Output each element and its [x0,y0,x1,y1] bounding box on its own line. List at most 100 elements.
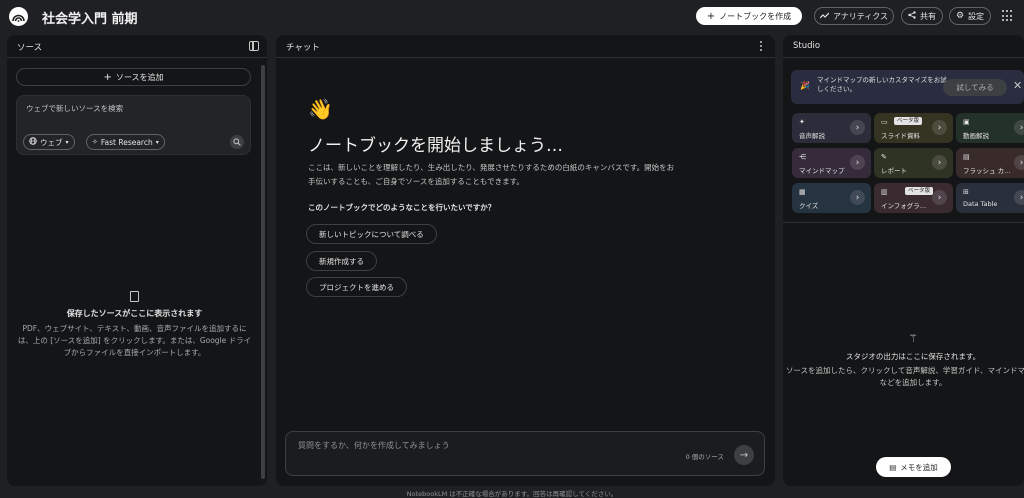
beta-badge: ベータ版 [894,117,923,125]
mindmap-promo-banner: 🎉 マインドマップの新しいカスタマイズをお試しください。 試してみる ✕ [791,70,1024,104]
report-icon: ✎ [881,153,887,161]
sources-panel: ソース + ソースを追加 ウェブで新しいソースを検索 ウェブ ▾ ✧ Fast … [7,35,267,486]
chevron-right-icon[interactable]: › [932,155,947,170]
chevron-down-icon: ▾ [155,138,159,146]
settings-button[interactable]: ⚙ 設定 [949,7,991,25]
share-label: 共有 [920,11,936,21]
infographic-icon: ▥ [881,188,888,196]
studio-empty-state: ⚚ スタジオの出力はここに保存されます。 ソースを追加したら、クリックして音声解… [783,332,1024,389]
studio-empty-title: スタジオの出力はここに保存されます。 [845,352,981,361]
tile-slide-deck[interactable]: ▭ ベータ版 スライド資料 › [874,113,953,143]
studio-panel: Studio 🎉 マインドマップの新しいカスタマイズをお試しください。 試してみ… [783,35,1024,486]
suggestion-advance-project[interactable]: プロジェクトを進める [306,277,407,297]
table-icon: ⊞ [963,188,969,196]
chat-input[interactable]: 質問をするか、何かを作成してみましょう [298,440,450,451]
web-source-dropdown[interactable]: ウェブ ▾ [23,134,75,150]
analytics-label: アナリティクス [832,11,889,21]
chevron-right-icon[interactable]: › [850,190,865,205]
chat-question: このノートブックでどのようなことを行いたいですか？ [308,203,496,212]
globe-icon [29,137,37,147]
search-icon [233,138,241,146]
tile-label: Data Table [963,200,998,208]
chat-panel: チャット 👋 ノートブックを開始しましょう… ここは、新しいことを理解したり、生… [276,35,775,486]
search-input[interactable]: ウェブで新しいソースを検索 [26,103,123,114]
add-note-button[interactable]: ▤ メモを追加 [876,457,951,477]
chevron-right-icon[interactable]: › [1014,120,1024,135]
research-mode-dropdown[interactable]: ✧ Fast Research ▾ [86,134,165,150]
chat-heading: ノートブックを開始しましょう… [308,136,563,156]
tile-label: 動画解説 [963,132,989,140]
notebook-title[interactable]: 社会学入門 前期 [42,8,138,27]
more-options-icon[interactable] [760,41,763,51]
add-source-button[interactable]: + ソースを追加 [16,68,251,86]
audio-wave-icon: ✦ [799,118,805,126]
share-icon [908,11,916,21]
studio-divider-top [783,57,1024,58]
chevron-right-icon[interactable]: › [850,120,865,135]
chevron-right-icon[interactable]: › [932,190,947,205]
magic-wand-icon: ⚚ [908,332,918,345]
tile-report[interactable]: ✎ レポート › [874,148,953,178]
fast-research-label: Fast Research [100,137,153,147]
quiz-icon: ▦ [799,188,806,196]
chat-input-box[interactable]: 質問をするか、何かを作成してみましょう 0 個のソース → [285,431,765,476]
sources-divider [7,57,267,58]
studio-panel-title: Studio [793,41,821,51]
tile-flashcards[interactable]: ▤ フラッシュ カ… › [956,148,1024,178]
create-notebook-button[interactable]: + ノートブックを作成 [696,7,802,25]
web-source-search[interactable]: ウェブで新しいソースを検索 ウェブ ▾ ✧ Fast Research ▾ [16,95,251,155]
arrow-right-icon: → [739,449,749,461]
note-icon: ▤ [889,462,897,472]
tile-label: レポート [881,167,907,175]
analytics-button[interactable]: アナリティクス [814,7,894,25]
studio-divider [783,222,1024,223]
chevron-right-icon[interactable]: › [850,155,865,170]
chevron-right-icon[interactable]: › [1014,190,1024,205]
tile-label: クイズ [799,202,819,210]
collapse-panel-icon[interactable] [249,41,259,51]
trending-up-icon [819,12,830,21]
tile-mind-map[interactable]: ⋲ マインドマップ › [792,148,871,178]
suggestion-create-new[interactable]: 新規作成する [306,251,377,271]
chevron-down-icon: ▾ [65,138,69,146]
sources-empty-description: PDF、ウェブサイト、テキスト、動画、音声ファイルを追加するには、上の [ソース… [17,324,252,357]
suggestion-research-topic[interactable]: 新しいトピックについて調べる [306,224,437,244]
tile-label: 音声解説 [799,132,825,140]
tile-infographic[interactable]: ▥ ベータ版 インフォグラ… › [874,183,953,213]
chevron-right-icon[interactable]: › [932,120,947,135]
tile-video-overview[interactable]: ▣ 動画解説 › [956,113,1024,143]
chevron-right-icon[interactable]: › [1014,155,1024,170]
plus-icon: + [706,10,716,22]
sources-scrollbar[interactable] [261,65,265,479]
apps-grid-icon[interactable] [1002,10,1014,22]
notebooklm-logo-icon[interactable] [9,7,28,26]
send-button[interactable]: → [734,445,754,465]
try-it-button[interactable]: 試してみる [943,79,1007,96]
share-button[interactable]: 共有 [901,7,943,25]
add-note-label: メモを追加 [900,462,938,472]
chat-divider [276,57,775,58]
sources-empty-title: 保存したソースがここに表示されます [66,309,203,318]
create-notebook-label: ノートブックを作成 [719,11,792,21]
tile-label: インフォグラ… [881,202,927,210]
slides-icon: ▭ [881,118,888,126]
tile-quiz[interactable]: ▦ クイズ › [792,183,871,213]
tile-label: マインドマップ [799,167,845,175]
research-sparkle-icon: ✧ [92,138,98,146]
celebration-icon: 🎉 [800,81,810,90]
web-chip-label: ウェブ [40,137,63,147]
search-submit-button[interactable] [230,135,244,149]
close-icon[interactable]: ✕ [1013,79,1022,92]
tile-data-table[interactable]: ⊞ Data Table › [956,183,1024,213]
disclaimer-footer: NotebookLM は不正確な場合があります。回答は再確認してください。 [406,490,618,498]
banner-text: マインドマップの新しいカスタマイズをお試しください。 [817,76,947,93]
waving-hand-icon: 👋 [308,97,333,121]
beta-badge: ベータ版 [905,187,934,195]
tile-audio-overview[interactable]: ✦ 音声解説 › [792,113,871,143]
gear-icon: ⚙ [955,11,965,21]
settings-label: 設定 [968,11,985,21]
flashcard-icon: ▤ [963,153,970,161]
tile-label: フラッシュ カ… [963,167,1011,175]
chat-intro: ここは、新しいことを理解したり、生み出したり、発展させたりするための白紙のキャン… [308,163,675,186]
document-icon [130,291,139,302]
